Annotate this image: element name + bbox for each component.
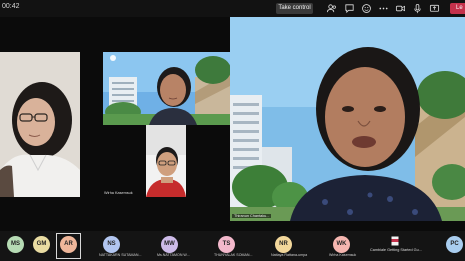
participant-video-main [230, 17, 465, 221]
participant-name-middle: Wirha Kasemsuk [104, 191, 133, 195]
video-tile-middle[interactable] [146, 125, 186, 197]
participant-name-main: Thiranun Chantaku... [232, 214, 272, 218]
people-icon[interactable] [326, 3, 337, 14]
avatar: GM [33, 236, 50, 253]
camera-icon[interactable] [395, 3, 406, 14]
meeting-toolbar: 00:42 Take control Le [0, 0, 465, 17]
share-screen-icon[interactable] [429, 3, 440, 14]
more-icon[interactable] [378, 3, 389, 14]
take-control-button[interactable]: Take control [276, 3, 313, 14]
video-tile-left[interactable] [0, 52, 80, 197]
avatar: MS [7, 236, 24, 253]
video-tile-top[interactable] [103, 52, 230, 125]
leave-button[interactable]: Le [450, 3, 465, 14]
avatar: AR [60, 236, 77, 253]
meeting-timer: 00:42 [2, 3, 20, 10]
chat-icon[interactable] [344, 3, 355, 14]
avatar: NS [103, 236, 120, 253]
avatar: TS [218, 236, 235, 253]
pdf-file-icon[interactable] [390, 236, 400, 246]
avatar: PC [446, 236, 463, 253]
avatar: MW [161, 236, 178, 253]
shared-content-label[interactable]: Cambiale Getting Started Gu... [370, 248, 422, 252]
participant-video-middle [146, 125, 186, 197]
avatar: NR [275, 236, 292, 253]
mic-icon[interactable] [412, 3, 423, 14]
avatar: WK [333, 236, 350, 253]
participant-video-top [103, 52, 230, 125]
leave-label: Le [456, 5, 463, 11]
video-tile-main[interactable]: Thiranun Chantaku... [230, 17, 465, 221]
participant-video-left [0, 52, 80, 197]
participant-name: Wirha Kasemsuk [329, 253, 357, 257]
reactions-icon[interactable] [361, 3, 372, 14]
